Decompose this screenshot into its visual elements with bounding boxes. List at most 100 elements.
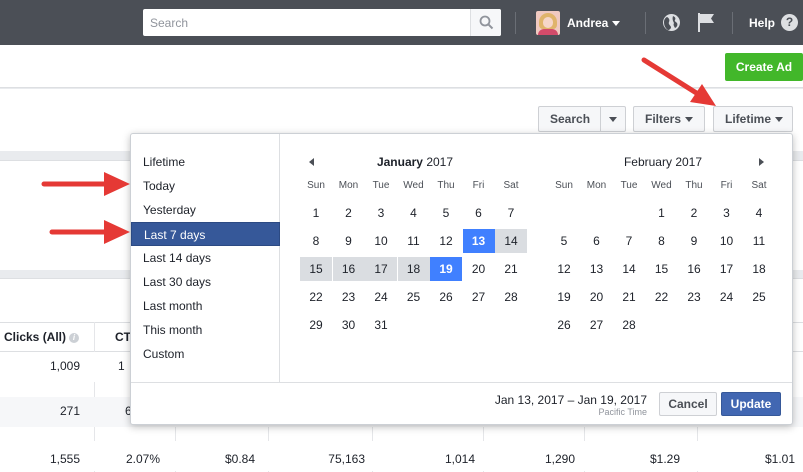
calendar-day[interactable]: 7 [613, 229, 645, 253]
help-icon[interactable]: ? [781, 14, 798, 31]
calendar-day[interactable]: 1 [646, 201, 678, 225]
preset-lifetime[interactable]: Lifetime [131, 150, 280, 174]
cell-ctr: 1 [118, 359, 125, 373]
calendar-day[interactable]: 8 [300, 229, 332, 253]
calendar-day[interactable]: 24 [711, 285, 743, 309]
weekday-label: Thu [685, 180, 703, 191]
preset-yesterday[interactable]: Yesterday [131, 198, 280, 222]
preset-last-14-days[interactable]: Last 14 days [131, 246, 280, 270]
calendar-day[interactable]: 29 [300, 313, 332, 337]
calendar-day[interactable]: 28 [613, 313, 645, 337]
calendar-day[interactable]: 13 [581, 257, 613, 281]
calendar-day[interactable]: 8 [646, 229, 678, 253]
calendar-day[interactable]: 26 [430, 285, 462, 309]
calendar-day[interactable]: 13 [462, 229, 495, 253]
calendar-day[interactable]: 25 [743, 285, 775, 309]
user-name: Andrea [567, 16, 609, 30]
calendar-day[interactable]: 10 [365, 229, 397, 253]
calendar-day[interactable]: 12 [548, 257, 580, 281]
calendar-day[interactable]: 25 [398, 285, 430, 309]
calendar-day[interactable]: 3 [365, 201, 397, 225]
calendar-day[interactable]: 2 [333, 201, 365, 225]
weekday-label: Tue [372, 180, 390, 191]
help-link[interactable]: Help [749, 16, 775, 30]
calendar-day[interactable]: 12 [430, 229, 462, 253]
flag-icon[interactable] [696, 12, 716, 32]
calendar-day[interactable]: 5 [548, 229, 580, 253]
calendar-day[interactable]: 4 [398, 201, 430, 225]
calendar-day[interactable]: 16 [332, 257, 365, 281]
calendar-day[interactable]: 18 [397, 257, 430, 281]
calendar-day[interactable]: 10 [711, 229, 743, 253]
weekday-label: Sat [503, 180, 519, 191]
calendar-day[interactable]: 17 [365, 257, 397, 281]
annotation-arrow-icon [49, 220, 130, 244]
annotation-arrow-icon [641, 57, 716, 106]
top-navigation-bar: Andrea Help ? [0, 0, 803, 45]
calendar-day[interactable]: 14 [495, 229, 527, 253]
calendar-day[interactable]: 31 [365, 313, 397, 337]
search-input[interactable] [143, 9, 471, 36]
calendar-day[interactable]: 28 [495, 285, 527, 309]
previous-month-icon[interactable] [309, 158, 314, 166]
calendar-day[interactable]: 24 [365, 285, 397, 309]
column-header-ctr[interactable]: CT [115, 330, 131, 344]
caret-down-icon [612, 21, 620, 26]
calendar-day[interactable]: 9 [678, 229, 710, 253]
calendar-day[interactable]: 23 [333, 285, 365, 309]
preset-today[interactable]: Today [131, 174, 280, 198]
calendar-day[interactable]: 17 [711, 257, 743, 281]
cancel-button[interactable]: Cancel [659, 392, 717, 416]
preset-last-7-days[interactable]: Last 7 days [131, 222, 280, 246]
preset-this-month[interactable]: This month [131, 318, 280, 342]
preset-custom[interactable]: Custom [131, 342, 280, 366]
calendar-day[interactable]: 4 [743, 201, 775, 225]
globe-icon[interactable] [662, 13, 681, 32]
calendar-day[interactable]: 15 [646, 257, 678, 281]
calendar-day[interactable]: 20 [463, 257, 495, 281]
calendar-day[interactable]: 2 [678, 201, 710, 225]
calendar-day[interactable]: 22 [646, 285, 678, 309]
date-range-button[interactable]: Lifetime [713, 106, 793, 132]
cell-ctr: 2.07% [125, 452, 160, 466]
calendar-day[interactable]: 23 [678, 285, 710, 309]
cell-value: 1,290 [544, 452, 575, 466]
calendar-day[interactable]: 1 [300, 201, 332, 225]
calendar-day[interactable]: 20 [581, 285, 613, 309]
calendar-day[interactable]: 6 [463, 201, 495, 225]
calendar-day[interactable]: 21 [613, 285, 645, 309]
calendar-day[interactable]: 3 [711, 201, 743, 225]
calendar-day[interactable]: 11 [743, 229, 775, 253]
calendar-day[interactable]: 9 [333, 229, 365, 253]
preset-last-30-days[interactable]: Last 30 days [131, 270, 280, 294]
column-header-clicks[interactable]: Clicks (All) i [4, 330, 80, 344]
calendar-day[interactable]: 21 [495, 257, 527, 281]
info-icon[interactable]: i [69, 332, 80, 343]
search-filter-button[interactable]: Search [538, 106, 626, 132]
calendar-day[interactable]: 30 [333, 313, 365, 337]
calendar-day[interactable]: 27 [463, 285, 495, 309]
cell-clicks: 271 [59, 404, 80, 418]
calendar-day[interactable]: 16 [678, 257, 710, 281]
calendar-day[interactable]: 22 [300, 285, 332, 309]
calendar-day[interactable]: 19 [548, 285, 580, 309]
next-month-icon[interactable] [759, 158, 764, 166]
calendar-day[interactable]: 19 [430, 257, 462, 281]
cell-cpc: $0.84 [224, 452, 255, 466]
calendar-day[interactable]: 27 [581, 313, 613, 337]
calendar-day[interactable]: 11 [398, 229, 430, 253]
calendar-day[interactable]: 26 [548, 313, 580, 337]
calendar-day[interactable]: 15 [300, 257, 332, 281]
create-ad-button[interactable]: Create Ad [725, 53, 803, 81]
calendar-day[interactable]: 18 [743, 257, 775, 281]
search-button[interactable] [470, 9, 501, 36]
calendar-day[interactable]: 7 [495, 201, 527, 225]
preset-last-month[interactable]: Last month [131, 294, 280, 318]
calendar-day[interactable]: 14 [613, 257, 645, 281]
cell-value: $1.01 [764, 452, 795, 466]
weekday-label: Fri [720, 180, 733, 191]
calendar-day[interactable]: 5 [430, 201, 462, 225]
update-button[interactable]: Update [721, 392, 781, 416]
calendar-day[interactable]: 6 [581, 229, 613, 253]
weekday-label: Wed [651, 180, 672, 191]
